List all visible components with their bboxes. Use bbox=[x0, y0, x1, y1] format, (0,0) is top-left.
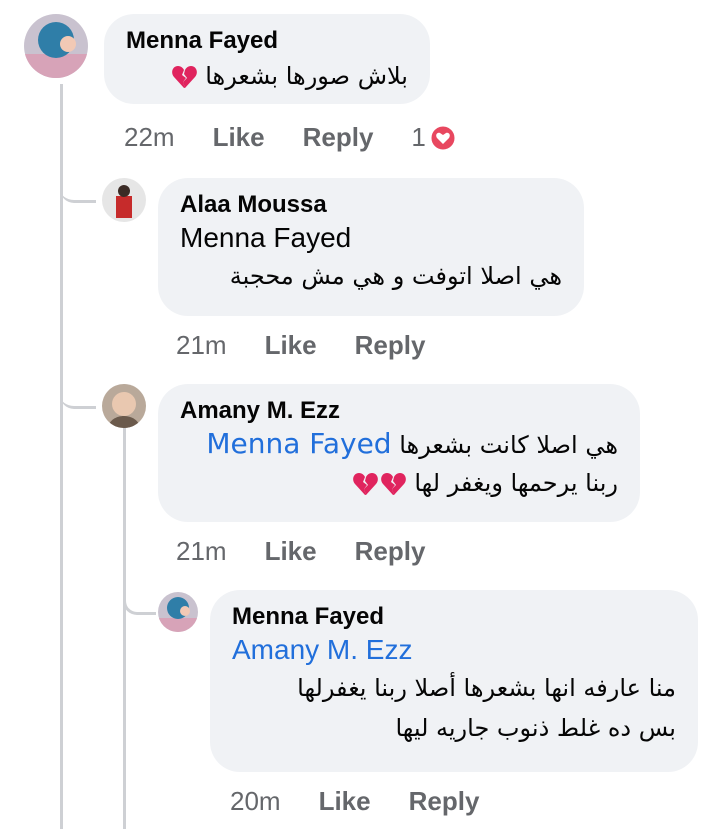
comment-author[interactable]: Menna Fayed bbox=[232, 602, 676, 632]
comment-text: هي اصلا اتوفت و هي مش محجبة bbox=[229, 262, 562, 290]
comment-actions: 21m Like Reply bbox=[176, 330, 463, 361]
comment-time[interactable]: 21m bbox=[176, 330, 227, 361]
comment-bubble: Menna Fayed بلاش صورها بشعرها bbox=[104, 14, 430, 104]
reply-button[interactable]: Reply bbox=[355, 330, 426, 361]
comment-time[interactable]: 22m bbox=[124, 122, 175, 153]
mention-tag[interactable]: Menna Fayed bbox=[180, 220, 562, 256]
comment-text-line: هي اصلا كانت بشعرها bbox=[399, 431, 618, 459]
comment-text: ربنا يرحمها ويغفر لها bbox=[180, 464, 618, 502]
like-button[interactable]: Like bbox=[265, 330, 317, 361]
reply-button[interactable]: Reply bbox=[303, 122, 374, 153]
reply-connector bbox=[123, 570, 156, 615]
like-button[interactable]: Like bbox=[265, 536, 317, 567]
broken-heart-emoji-icon bbox=[352, 473, 378, 495]
avatar[interactable] bbox=[24, 14, 88, 78]
like-button[interactable]: Like bbox=[213, 122, 265, 153]
like-button[interactable]: Like bbox=[319, 786, 371, 817]
comment-text-line: بس ده غلط ذنوب جاريه ليها bbox=[395, 714, 676, 742]
comment-text-line: ربنا يرحمها ويغفر لها bbox=[414, 469, 618, 497]
comment-actions: 20m Like Reply bbox=[230, 786, 517, 817]
comment-author[interactable]: Amany M. Ezz bbox=[180, 396, 618, 426]
comment-text-body: بلاش صورها بشعرها bbox=[205, 62, 408, 90]
reply-connector bbox=[60, 160, 96, 203]
comment-bubble: Alaa Moussa Menna Fayed هي اصلا اتوفت و … bbox=[158, 178, 584, 316]
comment-time[interactable]: 21m bbox=[176, 536, 227, 567]
comment-text: بلاش صورها بشعرها bbox=[126, 56, 408, 96]
reply-button[interactable]: Reply bbox=[409, 786, 480, 817]
comment-text: هي اصلا كانت بشعرها Menna Fayed bbox=[180, 426, 618, 464]
reply-connector bbox=[60, 368, 96, 409]
avatar[interactable] bbox=[102, 178, 146, 222]
comment-author[interactable]: Alaa Moussa bbox=[180, 190, 562, 220]
reply-button[interactable]: Reply bbox=[355, 536, 426, 567]
avatar[interactable] bbox=[158, 592, 198, 632]
mention-tag[interactable]: Menna Fayed bbox=[206, 427, 391, 460]
comment-actions: 21m Like Reply bbox=[176, 536, 463, 567]
comment-author[interactable]: Menna Fayed bbox=[126, 26, 408, 56]
reaction-count[interactable]: 1 bbox=[411, 122, 425, 153]
comment-text-line: منا عارفه انها بشعرها أصلا ربنا يغفرلها bbox=[297, 674, 676, 702]
broken-heart-emoji-icon bbox=[380, 473, 406, 495]
thread-line-nested bbox=[123, 428, 126, 829]
comment-time[interactable]: 20m bbox=[230, 786, 281, 817]
heart-reaction-icon[interactable] bbox=[430, 125, 456, 151]
mention-tag[interactable]: Amany M. Ezz bbox=[232, 632, 676, 668]
comment-bubble: Menna Fayed Amany M. Ezz منا عارفه انها … bbox=[210, 590, 698, 772]
avatar[interactable] bbox=[102, 384, 146, 428]
comment-actions: 22m Like Reply 1 bbox=[124, 122, 456, 153]
comment-bubble: Amany M. Ezz هي اصلا كانت بشعرها Menna F… bbox=[158, 384, 640, 522]
broken-heart-emoji-icon bbox=[171, 66, 197, 88]
